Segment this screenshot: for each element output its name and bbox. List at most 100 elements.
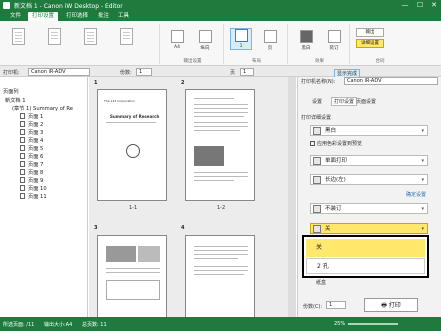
page-number: 3 [94, 225, 98, 231]
paper-size-button[interactable]: A4 [166, 30, 188, 50]
status-total-pages: 总页数: 11 [82, 322, 107, 328]
minimize-button[interactable]: — [398, 0, 412, 11]
pages-per-sheet-button[interactable]: 1 [230, 28, 252, 50]
page-icon [20, 121, 25, 127]
sided-select[interactable]: 单面打印 ▾ [310, 155, 428, 166]
color-select[interactable]: 黑白 ▾ [310, 125, 428, 136]
tab-print-settings[interactable]: 打印设置 [28, 12, 59, 21]
paper-icon [170, 30, 184, 43]
checkbox-icon [310, 141, 315, 146]
maximize-button[interactable]: ☐ [413, 0, 427, 11]
layout-icon [263, 30, 277, 43]
page-number: 1 [94, 80, 98, 86]
tree-page-item[interactable]: 页面 4 [28, 137, 43, 144]
tree-page-item[interactable]: 页面 8 [28, 169, 43, 176]
confirm-settings-link[interactable]: 确定设置 [406, 191, 426, 198]
section-title: 打印详细设置 [301, 115, 332, 121]
punch-icon [313, 225, 321, 233]
detail-settings-button[interactable]: 详细设置 [356, 39, 384, 48]
preview-page-3[interactable] [97, 235, 167, 317]
text-line [194, 180, 234, 181]
tab-tools[interactable]: 工具 [114, 12, 133, 21]
preset-thumb-2[interactable] [48, 28, 61, 45]
text-line [194, 122, 248, 123]
punch-option-2hole[interactable]: 2 孔 [306, 258, 425, 274]
punch-option-off[interactable]: 关 [306, 239, 425, 257]
apply-color-checkbox[interactable]: 应用色彩设置到预览 [310, 140, 362, 147]
text-line [194, 104, 248, 105]
subtab-page-settings[interactable]: 页面设置 [356, 98, 376, 105]
color-mode-icon [313, 127, 321, 135]
tree-page-item[interactable]: 页面 10 [28, 185, 47, 192]
tree-page-item[interactable]: 页面 2 [28, 121, 43, 128]
zoom-level: 25% [334, 321, 346, 327]
binding-edge-select[interactable]: 长边(左) ▾ [310, 174, 428, 185]
text-line [194, 266, 248, 267]
staple-button[interactable]: 装订 [322, 30, 346, 51]
page-icon [20, 153, 25, 159]
tree-page-item[interactable]: 页面 1 [28, 113, 43, 120]
tab-file[interactable]: 文件 [6, 12, 25, 21]
copies-input-right[interactable]: 1 [326, 301, 346, 309]
preset-thumb-1[interactable] [12, 28, 25, 45]
tree-page-item[interactable]: 页面 9 [28, 177, 43, 184]
preview-page-1[interactable]: The 123 Corporation Summary of Research [97, 89, 167, 201]
tree-page-item[interactable]: 页面 5 [28, 145, 43, 152]
color-icon [299, 30, 313, 43]
printer-select[interactable]: Canon iR-ADV [28, 67, 90, 76]
page-tree-panel: 页面列 新文档 1 (章节 1) Summary of Re 页面 1 页面 2页… [0, 77, 88, 317]
copies-input[interactable]: 1 [136, 67, 152, 76]
output-button[interactable]: 输出 [356, 28, 384, 37]
preset-thumb-4[interactable] [120, 28, 133, 45]
sided-icon [313, 157, 321, 165]
punch-select[interactable]: 关 ▾ [310, 223, 428, 234]
page-icon [20, 113, 25, 119]
page-layout-icon [234, 29, 248, 42]
tree-page-item[interactable]: 页面 6 [28, 153, 43, 160]
tree-page-item[interactable]: 页面 3 [28, 129, 43, 136]
tab-annotation[interactable]: 批注 [94, 12, 113, 21]
print-button[interactable]: 🖶 打印 [364, 298, 418, 312]
orientation-button[interactable]: 纵向 [192, 30, 218, 51]
tree-page-item[interactable]: 页面 7 [28, 161, 43, 168]
text-line [194, 246, 248, 247]
page-icon [20, 169, 25, 175]
tree-root[interactable]: 新文档 1 [5, 97, 26, 104]
color-button[interactable]: 黑白 [294, 30, 318, 51]
subtab-settings[interactable]: 设置 [312, 98, 322, 105]
preset-thumb-3[interactable] [84, 28, 97, 45]
text-line [194, 130, 240, 131]
preset-group [2, 24, 160, 64]
panel-header: 页面列 [3, 89, 19, 95]
text-line [194, 270, 248, 271]
chevron-down-icon: ▾ [421, 128, 424, 134]
text-line [194, 176, 248, 177]
close-button[interactable]: ✕ [427, 0, 441, 11]
window-title: 新文档 1 - Canon iW Desktop - Editor [14, 3, 123, 10]
page-caption: 1-1 [129, 205, 138, 211]
staple-select[interactable]: 不装订 ▾ [310, 203, 428, 214]
page-input[interactable]: 1 [240, 67, 254, 76]
printer-name-label: 打印机名称(N): [301, 79, 336, 85]
page-icon [20, 161, 25, 167]
page-icon [20, 145, 25, 151]
printer-label: 打印机: [3, 69, 20, 76]
text-line [194, 116, 244, 117]
tree-page-item[interactable]: 页面 11 [28, 193, 47, 200]
tab-print-select[interactable]: 打印选择 [62, 12, 92, 21]
preview-scrollbar[interactable] [288, 77, 296, 317]
chevron-down-icon: ▾ [421, 226, 424, 232]
layout-button[interactable]: 页 [258, 30, 282, 51]
tree-section[interactable]: (章节 1) Summary of Re [12, 105, 73, 112]
text-line [194, 250, 248, 251]
preview-page-4[interactable] [185, 235, 255, 317]
photo-image [194, 146, 224, 166]
zoom-slider[interactable] [348, 323, 398, 325]
printer-name-select[interactable]: Canon iR-ADV [344, 77, 438, 85]
page-number: 4 [181, 225, 185, 231]
print-toolbar: 打印机: Canon iR-ADV 份数: 1 页 1 显示完成 [0, 66, 441, 78]
printer-icon: 🖶 [381, 302, 389, 309]
preview-page-2[interactable] [185, 89, 255, 201]
subtab-print-settings[interactable]: 打印设置 [331, 97, 358, 106]
table-image [106, 280, 160, 300]
